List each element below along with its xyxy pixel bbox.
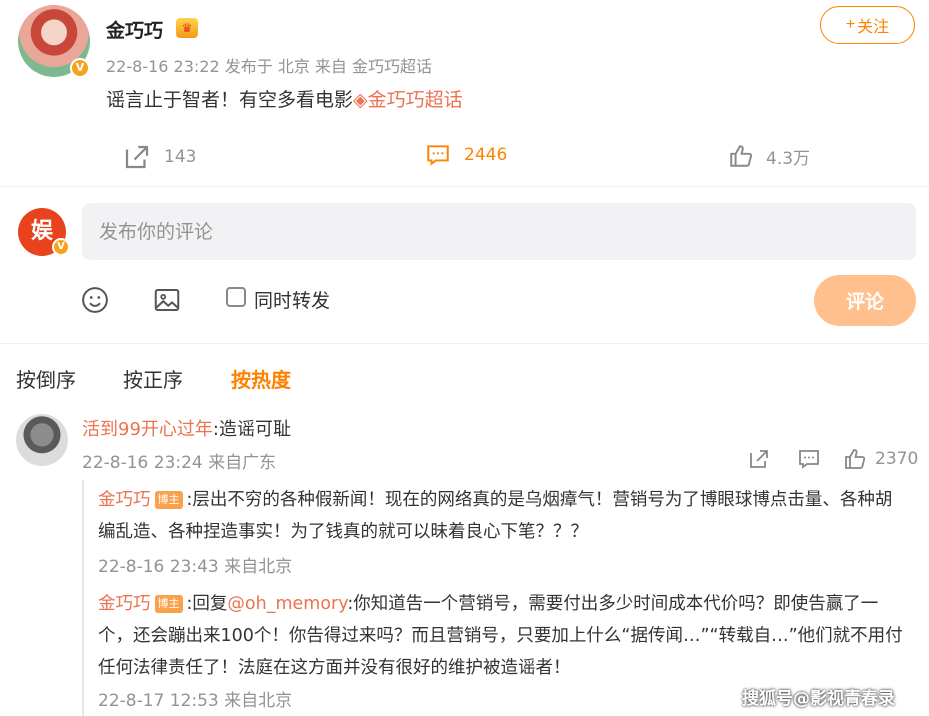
image-icon[interactable] [152, 285, 182, 315]
replies-container: 金巧巧 博主:层出不穷的各种假新闻！现在的网络真的是乌烟瘴气！营销号为了博眼球博点… [82, 480, 916, 716]
blogger-badge: 博主 [154, 595, 183, 613]
comment-meta: 22-8-16 23:24 来自广东 [82, 453, 277, 473]
like-action[interactable]: 4.3万 [728, 143, 810, 169]
comment-count: 2446 [464, 145, 508, 165]
plus-icon: + [845, 16, 856, 33]
emoji-icon[interactable] [80, 285, 110, 315]
my-verified-icon: V [52, 238, 70, 256]
repost-checkbox[interactable] [226, 287, 246, 307]
repost-checkbox-label[interactable]: 同时转发 [254, 286, 330, 313]
reply-meta: 22-8-17 12:53 来自北京 [98, 691, 293, 711]
reply-item: 金巧巧 博主:层出不穷的各种假新闻！现在的网络真的是乌烟瘴气！营销号为了博眼球博点… [98, 484, 908, 548]
thumbs-up-icon [730, 145, 753, 167]
mention-link[interactable]: @oh_memory [227, 594, 347, 614]
author-name[interactable]: 金巧巧 [106, 16, 163, 43]
comment-input[interactable] [82, 203, 916, 260]
blogger-badge: 博主 [154, 491, 183, 509]
share-icon [125, 145, 149, 169]
watermark: 搜狐号@影视青春录 [742, 689, 895, 709]
tab-sort-desc[interactable]: 按倒序 [16, 364, 76, 393]
commenter-avatar[interactable] [16, 414, 68, 466]
reply-author[interactable]: 金巧巧 [98, 490, 151, 510]
follow-button[interactable]: + 关注 [820, 6, 915, 44]
tab-sort-asc[interactable]: 按正序 [123, 364, 183, 393]
post-meta: 22-8-16 23:22 发布于 北京 来自 金巧巧超话 [106, 57, 432, 76]
comment-line: 活到99开心过年:造谣可耻 [82, 415, 291, 441]
commenter-name[interactable]: 活到99开心过年 [82, 419, 213, 440]
submit-comment-button[interactable]: 评论 [814, 275, 916, 326]
reply-meta: 22-8-16 23:43 来自北京 [98, 557, 293, 577]
post-text: 谣言止于智者！有空多看电影◈金巧巧超话 [106, 85, 463, 112]
tab-sort-hot[interactable]: 按热度 [231, 364, 291, 393]
comment-icon [427, 145, 449, 166]
post-body: 谣言止于智者！有空多看电影 [106, 89, 354, 111]
verified-badge-icon: V [70, 58, 90, 78]
reply-item: 金巧巧 博主:回复@oh_memory:你知道告一个营销号，需要付出多少时间成本代… [98, 588, 908, 684]
divider [0, 186, 929, 187]
comment-action[interactable]: 2446 [424, 142, 507, 168]
reply-author[interactable]: 金巧巧 [98, 594, 151, 614]
reply-prefix: :回复 [186, 594, 228, 614]
crown-icon: ♛ [176, 18, 198, 38]
like-count: 4.3万 [766, 148, 811, 169]
topic-icon: ◈ [353, 89, 368, 111]
repost-action[interactable]: 143 [122, 142, 196, 172]
comment-share-icon[interactable] [747, 447, 771, 471]
comment-reply-icon[interactable] [796, 447, 822, 471]
reply-text: :层出不穷的各种假新闻！现在的网络真的是乌烟瘴气！营销号为了博眼球博点击量、各种… [98, 490, 893, 542]
divider [0, 343, 929, 344]
comment-like-action[interactable]: 2370 [843, 447, 918, 471]
comment-thumbs-up-icon [845, 449, 866, 469]
comment-text: :造谣可耻 [212, 419, 291, 440]
follow-label: 关注 [857, 19, 890, 36]
comment-like-count: 2370 [875, 449, 919, 469]
topic-link[interactable]: 金巧巧超话 [368, 89, 463, 111]
repost-count: 143 [164, 147, 197, 167]
